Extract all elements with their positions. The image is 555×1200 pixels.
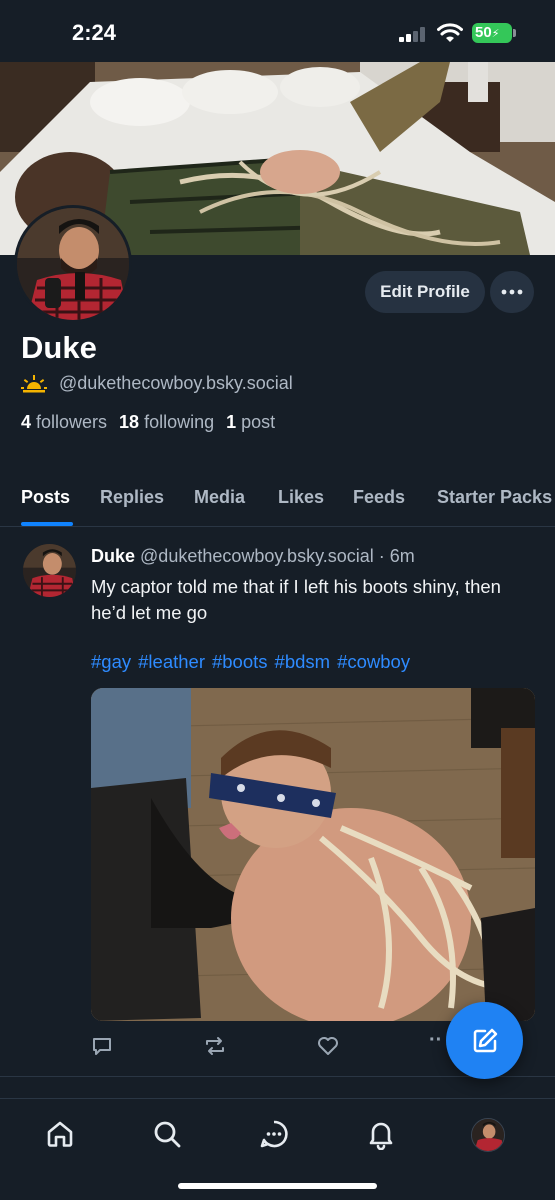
- followers-count: 4: [21, 412, 32, 432]
- posts-count: 1: [226, 412, 237, 432]
- posts-stat: 1 post: [226, 412, 275, 433]
- tab-likes[interactable]: Likes: [278, 487, 324, 508]
- nav-search[interactable]: [150, 1117, 184, 1151]
- following-link[interactable]: 18 following: [119, 412, 214, 433]
- nav-home[interactable]: [43, 1117, 77, 1151]
- tab-feeds[interactable]: Feeds: [353, 487, 405, 508]
- profile-handle-row: @dukethecowboy.bsky.social: [21, 373, 293, 394]
- hashtag-link[interactable]: #boots: [212, 651, 268, 673]
- repost-icon[interactable]: [203, 1035, 227, 1057]
- post-author-name[interactable]: Duke: [91, 546, 135, 566]
- post-header: Duke @dukethecowboy.bsky.social · 6m: [91, 546, 415, 567]
- search-icon: [154, 1121, 181, 1148]
- active-tab-indicator: [21, 522, 73, 526]
- posts-label: post: [241, 412, 276, 432]
- post-image[interactable]: [91, 688, 535, 1021]
- profile-more-button[interactable]: [490, 271, 534, 313]
- post-hashtags: #gay #leather #boots #bdsm #cowboy: [91, 651, 410, 673]
- nav-notifications[interactable]: [364, 1117, 398, 1151]
- reply-icon[interactable]: [91, 1035, 113, 1057]
- compose-post-button[interactable]: [446, 1002, 523, 1079]
- tab-starter-packs[interactable]: Starter Packs: [437, 487, 552, 508]
- more-horizontal-icon: [501, 289, 523, 295]
- following-count: 18: [119, 412, 140, 432]
- profile-handle: @dukethecowboy.bsky.social: [59, 373, 293, 393]
- post-timestamp[interactable]: · 6m: [379, 546, 415, 566]
- home-indicator: [178, 1183, 377, 1189]
- battery-level: 50: [475, 24, 492, 41]
- notifications-bell-icon: [369, 1122, 393, 1150]
- sunrise-icon: [21, 374, 47, 392]
- hashtag-link[interactable]: #leather: [138, 651, 205, 673]
- compose-pencil-icon: [473, 1028, 497, 1052]
- battery-indicator: 50⚡: [472, 23, 516, 43]
- hashtag-link[interactable]: #cowboy: [337, 651, 410, 673]
- tab-posts[interactable]: Posts: [21, 487, 70, 508]
- wifi-icon: [437, 23, 463, 42]
- tab-media[interactable]: Media: [194, 487, 245, 508]
- profile-tabs: Posts Replies Media Likes Feeds Starter …: [0, 470, 555, 527]
- post-text: My captor told me that if I left his boo…: [91, 576, 501, 623]
- profile-stats: 4 followers 18 following 1 post: [21, 412, 275, 433]
- following-label: following: [144, 412, 215, 432]
- bottom-navigation: [0, 1098, 555, 1200]
- nav-profile-avatar[interactable]: [471, 1118, 505, 1152]
- post-more-button[interactable]: ··: [429, 1029, 442, 1052]
- nav-chat[interactable]: [257, 1117, 291, 1151]
- status-bar: 2:24 50⚡: [0, 0, 555, 62]
- profile-display-name: Duke: [21, 330, 97, 365]
- chat-icon: [260, 1120, 288, 1148]
- status-time: 2:24: [72, 20, 117, 45]
- followers-label: followers: [36, 412, 108, 432]
- home-icon: [47, 1121, 73, 1147]
- post-actions: ··: [91, 1029, 451, 1059]
- profile-avatar[interactable]: [14, 205, 132, 323]
- edit-profile-button[interactable]: Edit Profile: [365, 271, 485, 313]
- like-heart-icon[interactable]: [316, 1035, 340, 1057]
- post-author-avatar[interactable]: [23, 544, 76, 597]
- post-author-handle[interactable]: @dukethecowboy.bsky.social: [140, 546, 374, 566]
- hashtag-link[interactable]: #bdsm: [275, 651, 331, 673]
- hashtag-link[interactable]: #gay: [91, 651, 131, 673]
- cellular-signal-icon: [399, 26, 429, 42]
- tab-replies[interactable]: Replies: [100, 487, 164, 508]
- followers-link[interactable]: 4 followers: [21, 412, 107, 433]
